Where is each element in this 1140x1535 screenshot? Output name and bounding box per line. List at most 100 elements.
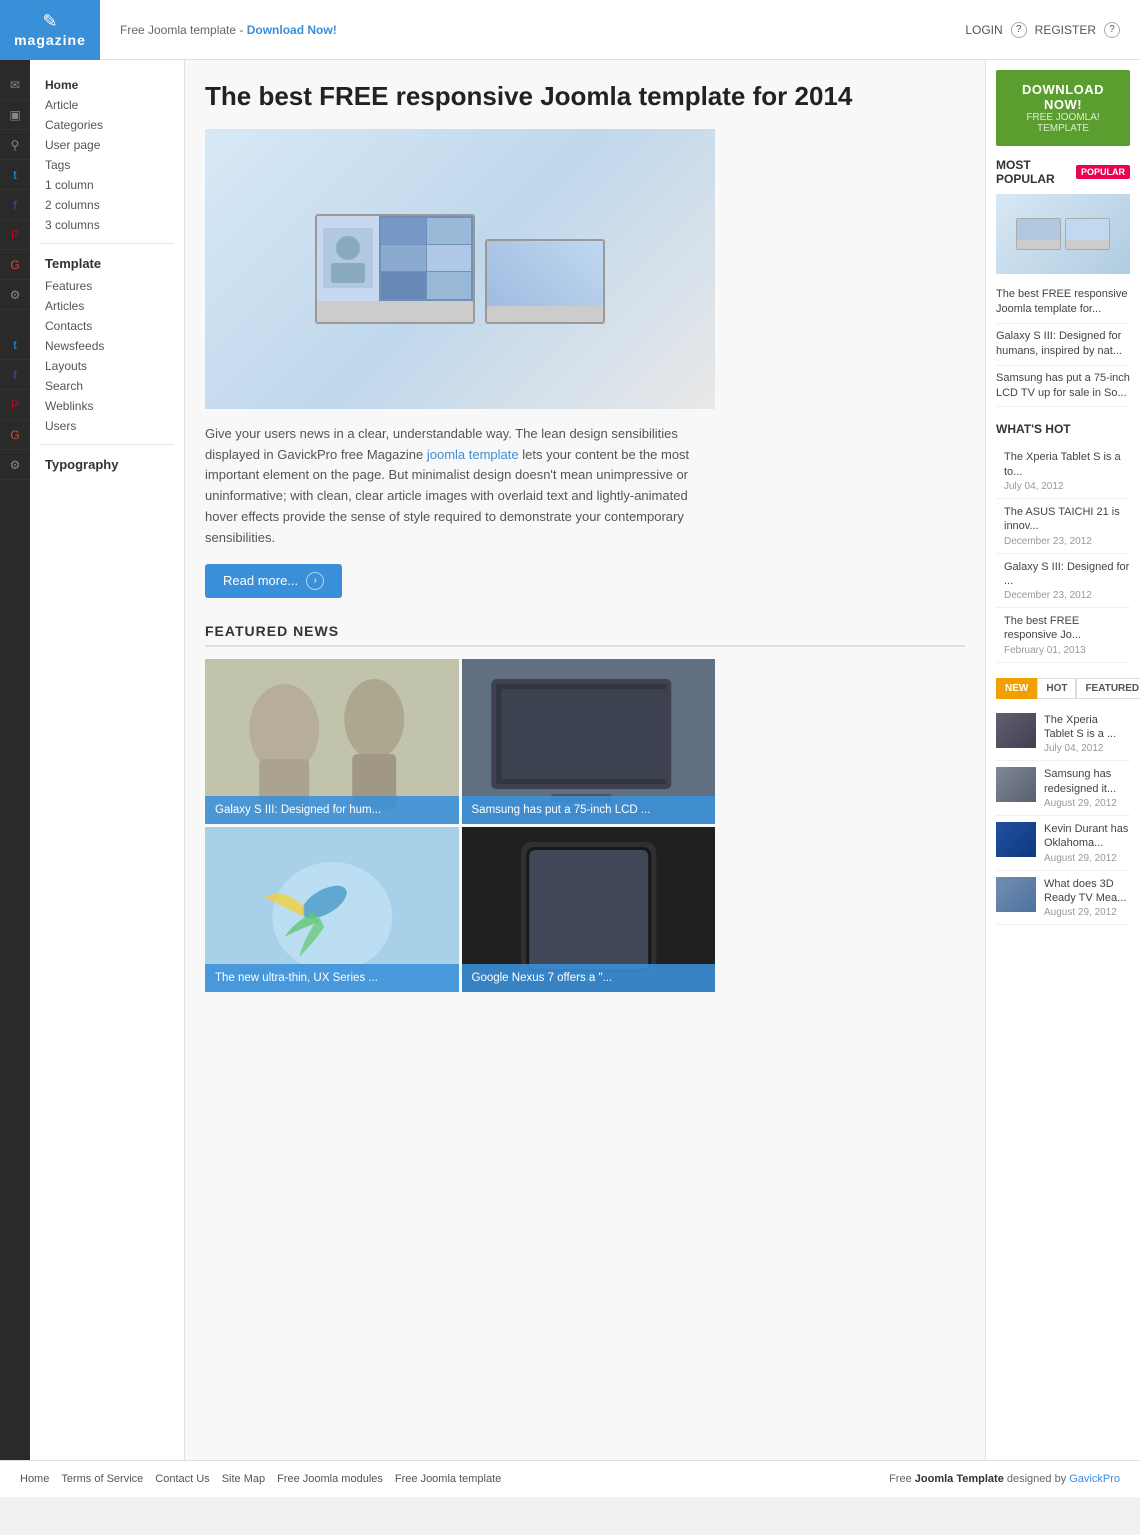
footer-link-modules[interactable]: Free Joomla modules: [277, 1473, 383, 1485]
popular-item-1[interactable]: The best FREE responsive Joomla template…: [996, 282, 1130, 324]
sidebar-item-newsfeeds[interactable]: Newsfeeds: [40, 336, 174, 356]
twitter-social-icon[interactable]: t: [0, 160, 30, 190]
joomla-template-link[interactable]: joomla template: [427, 447, 519, 462]
tab-new-button[interactable]: NEW: [996, 678, 1037, 699]
footer-links: Home Terms of Service Contact Us Site Ma…: [20, 1473, 501, 1485]
sidebar-typography-section: Typography: [45, 457, 174, 472]
sidebar-item-tags[interactable]: Tags: [40, 155, 174, 175]
login-link[interactable]: LOGIN: [965, 23, 1002, 37]
whats-hot-header: WHAT'S HOT: [996, 422, 1130, 436]
article-title: The best FREE responsive Joomla template…: [205, 80, 965, 114]
sidebar-item-home[interactable]: Home: [40, 75, 174, 95]
top-nav-links: LOGIN ? REGISTER ?: [965, 22, 1120, 38]
settings-social-icon[interactable]: ⚙: [0, 280, 30, 310]
googleplus-social-icon[interactable]: G: [0, 250, 30, 280]
tab-hot-button[interactable]: HOT: [1037, 678, 1076, 699]
sidebar-item-articles[interactable]: Articles: [40, 296, 174, 316]
footer-link-sitemap[interactable]: Site Map: [222, 1473, 265, 1485]
footer-credit: Free Joomla Template designed by GavickP…: [889, 1473, 1120, 1485]
new-tab-text-1: The Xperia Tablet S is a ... July 04, 20…: [1044, 713, 1130, 755]
sidebar-item-3col[interactable]: 3 columns: [40, 215, 174, 235]
popular-item-2[interactable]: Galaxy S III: Designed for humans, inspi…: [996, 324, 1130, 366]
footer-link-tos[interactable]: Terms of Service: [61, 1473, 143, 1485]
whats-hot-text-3: Galaxy S III: Designed for ... December …: [1004, 560, 1130, 602]
most-popular-header: MOST POPULAR POPULAR: [996, 158, 1130, 186]
most-popular-widget: MOST POPULAR POPULAR The best FREE respo…: [996, 158, 1130, 407]
sidebar-item-categories[interactable]: Categories: [40, 115, 174, 135]
footer-link-template[interactable]: Free Joomla template: [395, 1473, 501, 1485]
footer-link-contact[interactable]: Contact Us: [155, 1473, 209, 1485]
top-tagline: Free Joomla template - Download Now!: [120, 23, 965, 37]
twitter-social-icon-2[interactable]: t: [0, 330, 30, 360]
sidebar-item-weblinks[interactable]: Weblinks: [40, 396, 174, 416]
sidebar-item-article[interactable]: Article: [40, 95, 174, 115]
email-social-icon[interactable]: ✉: [0, 70, 30, 100]
register-help-icon[interactable]: ?: [1104, 22, 1120, 38]
whats-hot-widget: WHAT'S HOT The Xperia Tablet S is a to..…: [996, 422, 1130, 662]
new-tab-thumb-3: [996, 822, 1036, 857]
rss-social-icon[interactable]: ▣: [0, 100, 30, 130]
featured-news-grid: Galaxy S III: Designed for hum... Samsun…: [205, 659, 715, 992]
featured-caption-2: Samsung has put a 75-inch LCD ...: [462, 796, 716, 824]
top-bar: ✎ magazine Free Joomla template - Downlo…: [0, 0, 1140, 60]
register-link[interactable]: REGISTER: [1035, 23, 1096, 37]
new-tab-text-4: What does 3D Ready TV Mea... August 29, …: [1044, 877, 1130, 919]
whats-hot-text-2: The ASUS TAICHI 21 is innov... December …: [1004, 505, 1130, 547]
whats-hot-title: WHAT'S HOT: [996, 422, 1071, 436]
laptop-big: [315, 214, 475, 324]
new-tab-item-4[interactable]: What does 3D Ready TV Mea... August 29, …: [996, 871, 1130, 926]
featured-item-2[interactable]: Samsung has put a 75-inch LCD ...: [462, 659, 716, 824]
read-more-button[interactable]: Read more... ›: [205, 564, 342, 598]
sidebar: Home Article Categories User page Tags 1…: [30, 60, 185, 1460]
new-tab-item-1[interactable]: The Xperia Tablet S is a ... July 04, 20…: [996, 707, 1130, 762]
whats-hot-item-2[interactable]: The ASUS TAICHI 21 is innov... December …: [996, 499, 1130, 554]
main-layout: ✉ ▣ ⚲ t f P G ⚙ t f P G ⚙ Home Article C…: [0, 60, 1140, 1460]
facebook-social-icon[interactable]: f: [0, 190, 30, 220]
sidebar-item-userpage[interactable]: User page: [40, 135, 174, 155]
sidebar-item-1col[interactable]: 1 column: [40, 175, 174, 195]
facebook-social-icon-2[interactable]: f: [0, 360, 30, 390]
sidebar-item-layouts[interactable]: Layouts: [40, 356, 174, 376]
whats-hot-item-4[interactable]: The best FREE responsive Jo... February …: [996, 608, 1130, 663]
whats-hot-item-1[interactable]: The Xperia Tablet S is a to... July 04, …: [996, 444, 1130, 499]
sidebar-item-features[interactable]: Features: [40, 276, 174, 296]
logo[interactable]: ✎ magazine: [0, 0, 100, 60]
search-social-icon[interactable]: ⚲: [0, 130, 30, 160]
popular-item-3[interactable]: Samsung has put a 75-inch LCD TV up for …: [996, 366, 1130, 408]
sidebar-item-search[interactable]: Search: [40, 376, 174, 396]
new-tab-text-3: Kevin Durant has Oklahoma... August 29, …: [1044, 822, 1130, 864]
pinterest-social-icon-2[interactable]: P: [0, 390, 30, 420]
social-bar: ✉ ▣ ⚲ t f P G ⚙ t f P G ⚙: [0, 60, 30, 1460]
gavickpro-link[interactable]: GavickPro: [1069, 1473, 1120, 1485]
popular-main-image: [996, 194, 1130, 274]
whats-hot-text-1: The Xperia Tablet S is a to... July 04, …: [1004, 450, 1130, 492]
article-body: Give your users news in a clear, underst…: [205, 424, 715, 549]
download-now-button[interactable]: DOWNLOAD NOW! FREE JOOMLA! TEMPLATE: [996, 70, 1130, 146]
new-tab-item-3[interactable]: Kevin Durant has Oklahoma... August 29, …: [996, 816, 1130, 871]
googleplus-social-icon-2[interactable]: G: [0, 420, 30, 450]
most-popular-title: MOST POPULAR: [996, 158, 1070, 186]
right-sidebar: DOWNLOAD NOW! FREE JOOMLA! TEMPLATE MOST…: [985, 60, 1140, 1460]
tabs-widget: NEW HOT FEATURED The Xperia Tablet S is …: [996, 678, 1130, 925]
popular-badge: POPULAR: [1076, 165, 1130, 179]
download-btn-sub-text: FREE JOOMLA! TEMPLATE: [1006, 112, 1120, 134]
featured-item-4[interactable]: Google Nexus 7 offers a "...: [462, 827, 716, 992]
login-help-icon[interactable]: ?: [1011, 22, 1027, 38]
featured-caption-1: Galaxy S III: Designed for hum...: [205, 796, 459, 824]
whats-hot-item-3[interactable]: Galaxy S III: Designed for ... December …: [996, 554, 1130, 609]
footer-link-home[interactable]: Home: [20, 1473, 49, 1485]
featured-item-3[interactable]: The new ultra-thin, UX Series ...: [205, 827, 459, 992]
featured-caption-4: Google Nexus 7 offers a "...: [462, 964, 716, 992]
download-btn-main-text: DOWNLOAD NOW!: [1006, 82, 1120, 112]
tab-buttons: NEW HOT FEATURED: [996, 678, 1130, 699]
pinterest-social-icon[interactable]: P: [0, 220, 30, 250]
sidebar-item-users[interactable]: Users: [40, 416, 174, 436]
main-content: The best FREE responsive Joomla template…: [185, 60, 985, 1460]
tab-featured-button[interactable]: FEATURED: [1076, 678, 1140, 699]
sidebar-item-contacts[interactable]: Contacts: [40, 316, 174, 336]
download-link[interactable]: Download Now!: [247, 23, 337, 37]
new-tab-item-2[interactable]: Samsung has redesigned it... August 29, …: [996, 761, 1130, 816]
sidebar-item-2col[interactable]: 2 columns: [40, 195, 174, 215]
settings-social-icon-2[interactable]: ⚙: [0, 450, 30, 480]
featured-item-1[interactable]: Galaxy S III: Designed for hum...: [205, 659, 459, 824]
